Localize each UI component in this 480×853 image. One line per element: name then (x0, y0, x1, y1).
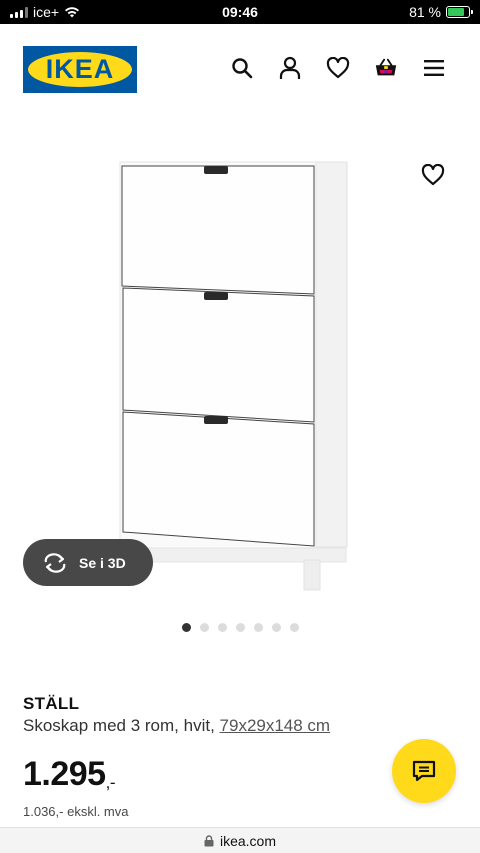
status-time: 09:46 (222, 4, 258, 20)
account-icon[interactable] (278, 56, 302, 80)
status-bar: ice+ 09:46 81 % (0, 0, 480, 24)
cart-icon[interactable] (374, 56, 398, 80)
carousel-dot[interactable] (235, 623, 245, 632)
rotate-3d-icon (44, 552, 66, 573)
url-text: ikea.com (219, 832, 277, 849)
chat-icon (412, 760, 436, 782)
product-image (119, 161, 348, 591)
battery-fill (448, 8, 465, 16)
search-icon[interactable] (230, 56, 254, 80)
logo-text: IKEA (45, 54, 115, 84)
carousel-dot[interactable] (181, 623, 191, 632)
favorite-heart-icon[interactable] (421, 163, 445, 188)
carousel-dot[interactable] (289, 623, 299, 632)
battery-percent: 81 % (409, 4, 441, 20)
status-right: 81 % (409, 4, 473, 20)
product-description-text: Skoskap med 3 rom, hvit, (23, 716, 220, 735)
lock-icon (204, 834, 214, 846)
heart-icon[interactable] (326, 56, 350, 80)
menu-icon[interactable] (422, 56, 446, 80)
browser-url-bar[interactable]: ikea.com (0, 827, 480, 853)
carousel-dot[interactable] (253, 623, 263, 632)
price-main: 1.295 (23, 755, 106, 793)
product-dimensions-link[interactable]: 79x29x148 cm (220, 716, 331, 735)
price-suffix: ,- (105, 773, 116, 792)
carousel-dot[interactable] (271, 623, 281, 632)
logo-oval: IKEA (28, 52, 132, 87)
price-ex-vat: 1.036,- ekskl. mva (23, 804, 129, 819)
carousel-dot[interactable] (217, 623, 227, 632)
see-in-3d-label: Se i 3D (79, 554, 126, 571)
battery-icon (446, 6, 473, 18)
chat-button[interactable] (392, 739, 456, 803)
carousel-dots (0, 623, 480, 632)
site-header: IKEA (0, 24, 480, 116)
carousel-dot[interactable] (199, 623, 209, 632)
product-description: Skoskap med 3 rom, hvit, 79x29x148 cm (23, 716, 330, 736)
product-gallery[interactable]: Se i 3D (0, 140, 480, 610)
product-price: 1.295,- (23, 755, 116, 794)
see-in-3d-button[interactable]: Se i 3D (23, 539, 153, 586)
ikea-logo[interactable]: IKEA (23, 46, 137, 93)
header-icons (230, 56, 446, 80)
product-name: STÄLL (23, 694, 80, 713)
